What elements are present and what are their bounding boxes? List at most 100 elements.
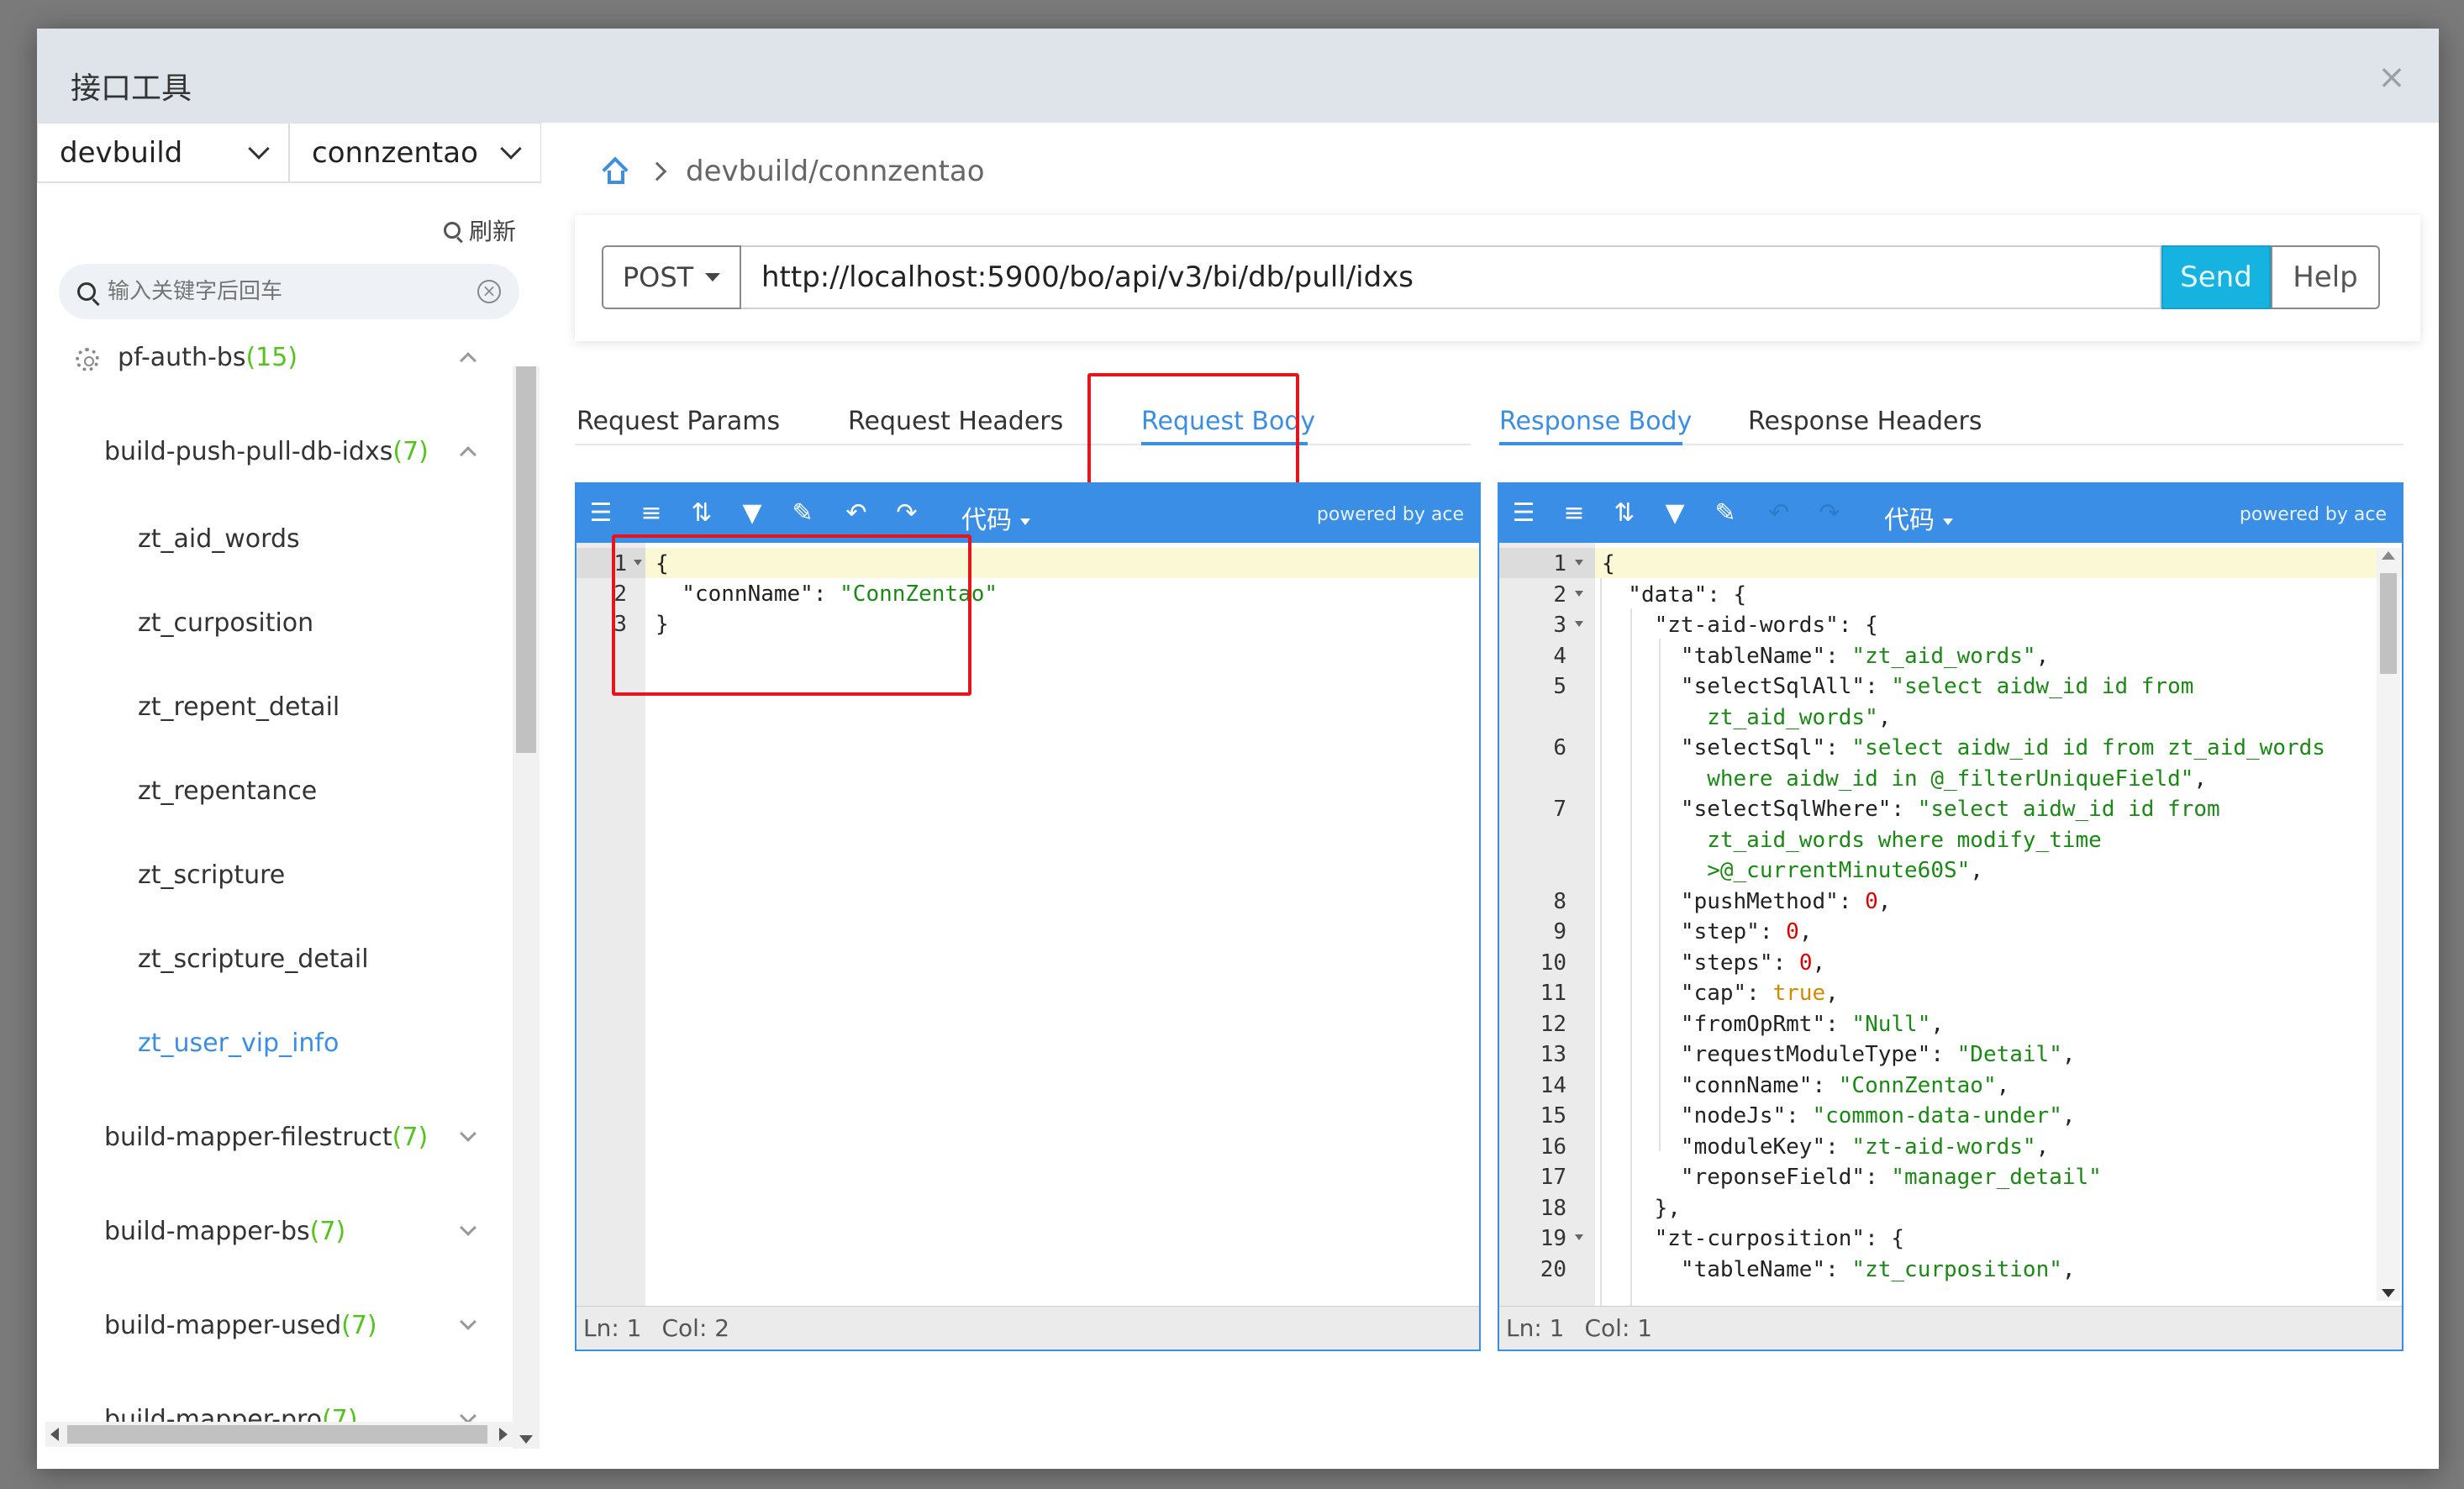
tree-horizontal-scrollbar[interactable]	[45, 1422, 513, 1447]
tree-item[interactable]: zt_repentance	[138, 776, 317, 806]
response-scrollbar[interactable]	[2377, 548, 2400, 1301]
tree-item[interactable]: pf-auth-bs(15)	[118, 343, 297, 372]
active-line-highlight	[577, 548, 1479, 578]
tree-item-count: (7)	[341, 1311, 377, 1340]
api-tool-dialog: 接口工具 × devbuild connzentao 刷新 × pf-auth-…	[37, 29, 2439, 1469]
database-select[interactable]: connzentao	[289, 123, 541, 182]
code-line: "zt-curposition": {	[1602, 1226, 1905, 1251]
fold-icon[interactable]	[1575, 621, 1583, 627]
home-icon[interactable]	[602, 156, 629, 184]
scrollbar-thumb[interactable]	[516, 366, 536, 753]
refresh-button[interactable]: 刷新	[443, 213, 516, 247]
close-icon[interactable]: ×	[2377, 61, 2407, 94]
line-gutter	[577, 543, 645, 1306]
status-column: Col: 2	[661, 1314, 730, 1342]
redo-icon[interactable]: ↷	[892, 501, 921, 526]
tree-item-label: zt_scripture_detail	[138, 944, 369, 974]
line-number: 2	[1553, 581, 1566, 608]
tab-request-body[interactable]: Request Body	[1141, 407, 1315, 436]
code-line: "nodeJs": "common-data-under",	[1602, 1103, 2076, 1129]
scroll-up-icon[interactable]	[2382, 551, 2395, 560]
code-mode-menu[interactable]: 代码	[961, 499, 1030, 536]
tab-response-body[interactable]: Response Body	[1499, 407, 1692, 436]
scrollbar-thumb[interactable]	[67, 1425, 487, 1444]
line-number: 6	[1553, 735, 1566, 760]
line-number: 19	[1540, 1226, 1566, 1251]
clear-icon[interactable]: ×	[477, 280, 501, 303]
tree-item[interactable]: build-push-pull-db-idxs(7)	[104, 437, 429, 466]
editor-toolbar: ☰ ≡ ⇅ ▼ ✎ ↶ ↷ 代码 powered by ace	[1499, 484, 2402, 543]
undo-icon[interactable]: ↶	[842, 501, 871, 526]
refresh-label: 刷新	[468, 218, 516, 245]
chevron-down-icon[interactable]	[460, 1313, 476, 1330]
format-icon[interactable]: ☰	[587, 501, 615, 526]
line-number: 9	[1553, 919, 1566, 944]
scroll-down-icon[interactable]	[519, 1435, 533, 1444]
fold-icon[interactable]	[1575, 560, 1583, 566]
dialog-header: 接口工具 ×	[37, 29, 2439, 123]
request-body-editor: ☰ ≡ ⇅ ▼ ✎ ↶ ↷ 代码 powered by ace 1 {2 "con…	[575, 482, 1481, 1351]
tree-item[interactable]: zt_user_vip_info	[138, 1029, 339, 1058]
project-select[interactable]: devbuild	[37, 123, 289, 182]
tab-request-params[interactable]: Request Params	[577, 407, 780, 436]
code-area[interactable]: 1 {2 "connName": "ConnZentao" 3}	[577, 543, 1479, 1306]
line-number: 3	[1553, 613, 1566, 638]
fold-icon[interactable]	[1575, 1234, 1583, 1240]
fold-icon[interactable]	[1575, 590, 1583, 597]
code-line: where aidw_id in @_filterUniqueField",	[1602, 766, 2208, 792]
tree-item[interactable]: build-mapper-filestruct(7)	[104, 1123, 428, 1152]
scroll-left-icon[interactable]	[50, 1428, 59, 1441]
chevron-right-icon	[647, 161, 667, 182]
editor-status-bar: Ln: 1 Col: 1	[1499, 1306, 2402, 1350]
code-mode-menu[interactable]: 代码	[1884, 499, 1953, 536]
line-number: 8	[1553, 888, 1566, 914]
compact-icon[interactable]: ≡	[637, 501, 666, 526]
line-number: 12	[1540, 1011, 1566, 1037]
chevron-down-icon[interactable]	[460, 1125, 476, 1142]
fold-icon[interactable]	[634, 560, 642, 566]
tab-response-headers[interactable]: Response Headers	[1748, 407, 1982, 436]
tree-item[interactable]: zt_scripture_detail	[138, 944, 369, 974]
tree-item[interactable]: build-mapper-used(7)	[104, 1311, 377, 1340]
tab-request-headers[interactable]: Request Headers	[848, 407, 1063, 436]
database-select-value: connzentao	[312, 135, 478, 170]
project-select-value: devbuild	[60, 135, 183, 170]
url-input[interactable]: http://localhost:5900/bo/api/v3/bi/db/pu…	[741, 245, 2161, 309]
filter-icon[interactable]: ▼	[1661, 501, 1689, 526]
tree-item-label: build-push-pull-db-idxs	[104, 437, 393, 466]
format-icon[interactable]: ☰	[1509, 501, 1538, 526]
tree-vertical-scrollbar[interactable]	[513, 366, 540, 1449]
sort-icon[interactable]: ⇅	[1610, 501, 1639, 526]
gear-icon	[76, 348, 99, 371]
redo-icon[interactable]: ↷	[1815, 501, 1844, 526]
chevron-down-icon[interactable]	[460, 1219, 476, 1236]
tree-item[interactable]: build-mapper-bs(7)	[104, 1217, 345, 1246]
search-input[interactable]	[108, 279, 477, 304]
chevron-up-icon[interactable]	[460, 446, 476, 463]
sort-icon[interactable]: ⇅	[687, 501, 716, 526]
undo-icon[interactable]: ↶	[1765, 501, 1793, 526]
code-line: "reponseField": "manager_detail"	[1602, 1165, 2102, 1190]
help-button[interactable]: Help	[2271, 245, 2380, 309]
scrollbar-thumb[interactable]	[2380, 573, 2397, 674]
dialog-title: 接口工具	[71, 71, 192, 106]
code-line: "fromOpRmt": "Null",	[1602, 1011, 1944, 1037]
method-select[interactable]: POST	[602, 245, 741, 309]
tree-item[interactable]: zt_curposition	[138, 608, 313, 638]
chevron-up-icon[interactable]	[460, 352, 476, 369]
compact-icon[interactable]: ≡	[1560, 501, 1588, 526]
repair-icon[interactable]: ✎	[788, 501, 817, 526]
tree-item-count: (7)	[392, 1123, 429, 1152]
send-button[interactable]: Send	[2161, 245, 2271, 309]
editor-toolbar: ☰ ≡ ⇅ ▼ ✎ ↶ ↷ 代码 powered by ace	[577, 484, 1479, 543]
tree-item[interactable]: zt_repent_detail	[138, 692, 340, 722]
code-area[interactable]: 1 {2 "data": {3 "zt-aid-words": {4 "table…	[1499, 543, 2402, 1306]
code-line: "connName": "ConnZentao"	[655, 581, 998, 607]
filter-icon[interactable]: ▼	[738, 501, 766, 526]
scroll-down-icon[interactable]	[2382, 1289, 2395, 1297]
code-line: }	[655, 612, 669, 637]
tree-item[interactable]: zt_scripture	[138, 860, 285, 890]
tree-item[interactable]: zt_aid_words	[138, 524, 300, 554]
scroll-right-icon[interactable]	[499, 1428, 508, 1441]
repair-icon[interactable]: ✎	[1711, 501, 1740, 526]
